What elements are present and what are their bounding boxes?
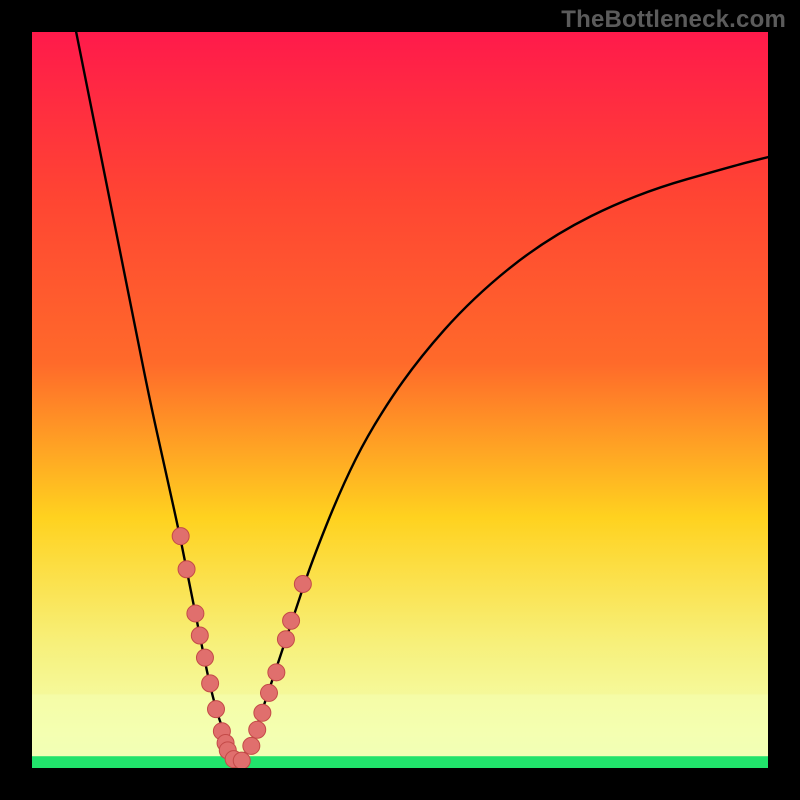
data-marker <box>178 561 195 578</box>
data-marker <box>196 649 213 666</box>
data-marker <box>283 612 300 629</box>
data-marker <box>187 605 204 622</box>
green-strip <box>32 756 768 768</box>
plot-svg <box>32 32 768 768</box>
data-marker <box>254 704 271 721</box>
data-marker <box>277 631 294 648</box>
gradient-background <box>32 32 768 768</box>
data-marker <box>191 627 208 644</box>
data-marker <box>233 752 250 768</box>
data-marker <box>249 721 266 738</box>
pale-yellow-band <box>32 694 768 756</box>
data-marker <box>208 701 225 718</box>
data-marker <box>294 576 311 593</box>
data-marker <box>202 675 219 692</box>
plot-area <box>32 32 768 768</box>
watermark-text: TheBottleneck.com <box>561 6 786 34</box>
data-marker <box>243 737 260 754</box>
data-marker <box>268 664 285 681</box>
data-marker <box>172 528 189 545</box>
chart-frame: TheBottleneck.com <box>0 0 800 800</box>
data-marker <box>260 684 277 701</box>
